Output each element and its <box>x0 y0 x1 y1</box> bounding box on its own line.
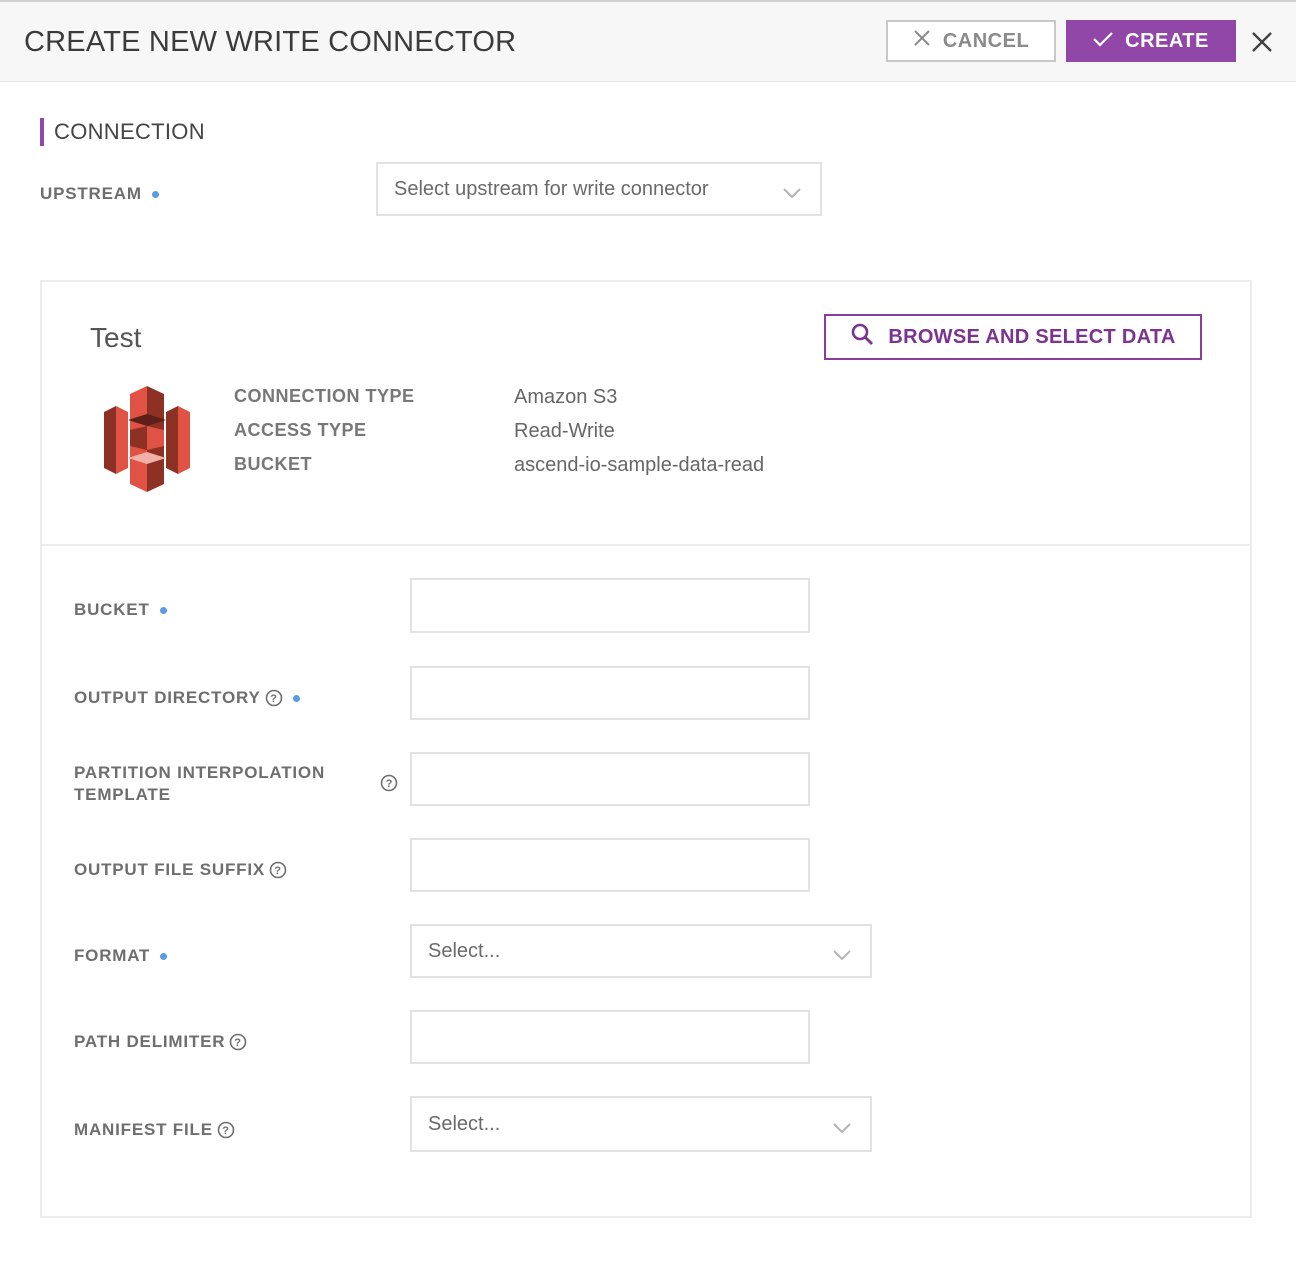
amazon-s3-logo <box>102 386 192 497</box>
section-title-connection: CONNECTION <box>40 118 205 146</box>
required-indicator <box>159 606 167 614</box>
help-icon[interactable]: ? <box>269 861 287 879</box>
close-icon <box>913 29 931 53</box>
manifest-file-select-placeholder: Select... <box>428 1112 501 1135</box>
detail-key-connection-type: CONNECTION TYPE <box>234 386 415 406</box>
path-delimiter-label: PATH DELIMITER <box>74 1032 226 1051</box>
create-button[interactable]: CREATE <box>1066 20 1236 62</box>
output-directory-label: OUTPUT DIRECTORY <box>74 688 261 707</box>
help-icon[interactable]: ? <box>217 1121 235 1139</box>
manifest-file-select[interactable]: Select... <box>410 1096 872 1152</box>
cancel-button[interactable]: CANCEL <box>886 20 1056 62</box>
partition-template-label-line1: PARTITION INTERPOLATION <box>74 763 326 782</box>
manifest-file-label-row: MANIFEST FILE ? <box>74 1120 235 1140</box>
detail-key-bucket: BUCKET <box>234 454 312 474</box>
svg-text:?: ? <box>222 1125 230 1137</box>
svg-text:?: ? <box>270 693 278 705</box>
bucket-label: BUCKET <box>74 600 150 619</box>
output-file-suffix-label-row: OUTPUT FILE SUFFIX ? <box>74 860 287 880</box>
bucket-input[interactable] <box>410 578 810 633</box>
partition-template-label-line2: TEMPLATE <box>74 785 171 804</box>
browse-and-select-data-button[interactable]: BROWSE AND SELECT DATA <box>824 314 1202 360</box>
help-icon[interactable]: ? <box>380 774 398 792</box>
svg-text:?: ? <box>386 778 393 790</box>
detail-key-access-type: ACCESS TYPE <box>234 420 367 440</box>
format-label: FORMAT <box>74 946 151 965</box>
upstream-label-row: UPSTREAM <box>40 184 159 204</box>
chevron-down-icon <box>832 944 852 967</box>
detail-value-bucket: ascend-io-sample-data-read <box>514 454 765 476</box>
path-delimiter-label-row: PATH DELIMITER ? <box>74 1032 247 1052</box>
output-file-suffix-input[interactable] <box>410 838 810 892</box>
connection-name: Test <box>90 322 142 353</box>
dialog-title: CREATE NEW WRITE CONNECTOR <box>24 26 517 58</box>
detail-value-connection-type: Amazon S3 <box>514 386 618 408</box>
close-dialog-button[interactable] <box>1248 30 1276 58</box>
required-indicator <box>160 952 168 960</box>
create-button-label: CREATE <box>1125 29 1209 52</box>
browse-button-label: BROWSE AND SELECT DATA <box>888 325 1176 348</box>
search-icon <box>850 322 874 352</box>
dialog-header: CREATE NEW WRITE CONNECTOR CANCEL CREATE <box>0 0 1296 82</box>
path-delimiter-input[interactable] <box>410 1010 810 1064</box>
bucket-label-row: BUCKET <box>74 600 167 620</box>
help-icon[interactable]: ? <box>265 689 283 707</box>
required-indicator <box>151 190 159 198</box>
help-icon[interactable]: ? <box>229 1033 247 1051</box>
required-indicator <box>292 694 300 702</box>
output-file-suffix-label: OUTPUT FILE SUFFIX <box>74 860 266 879</box>
output-directory-label-row: OUTPUT DIRECTORY ? <box>74 688 300 708</box>
output-directory-input[interactable] <box>410 666 810 720</box>
svg-text:?: ? <box>274 865 282 877</box>
chevron-down-icon <box>832 1117 852 1140</box>
upstream-label: UPSTREAM <box>40 184 142 203</box>
upstream-select-placeholder: Select upstream for write connector <box>394 177 709 200</box>
svg-text:?: ? <box>235 1037 243 1049</box>
chevron-down-icon <box>782 182 802 205</box>
checkmark-icon <box>1093 30 1113 53</box>
partition-template-label: PARTITION INTERPOLATION TEMPLATE <box>74 762 325 806</box>
detail-value-access-type: Read-Write <box>514 420 615 442</box>
close-icon <box>1250 30 1274 59</box>
format-select-placeholder: Select... <box>428 939 501 962</box>
format-select[interactable]: Select... <box>410 924 872 978</box>
partition-template-input[interactable] <box>410 752 810 806</box>
divider <box>42 544 1250 546</box>
upstream-select[interactable]: Select upstream for write connector <box>376 162 822 216</box>
connection-card: Test BROWSE AND SELECT DATA CONNECTION T… <box>40 280 1252 1218</box>
format-label-row: FORMAT <box>74 946 168 966</box>
manifest-file-label: MANIFEST FILE <box>74 1120 213 1139</box>
cancel-button-label: CANCEL <box>942 29 1030 52</box>
